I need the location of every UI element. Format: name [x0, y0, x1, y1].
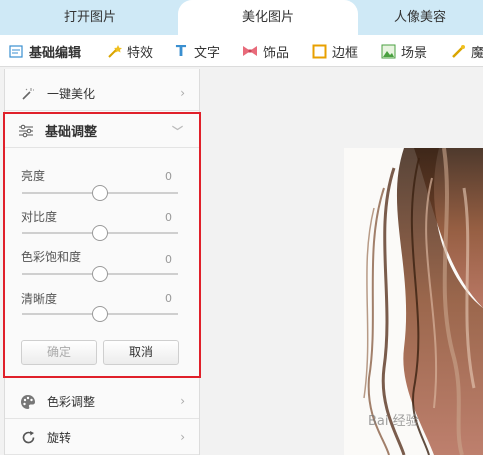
tool-border[interactable]: 边框 [311, 35, 358, 67]
rotate-label: 旋转 [47, 431, 72, 445]
hair-image [344, 148, 483, 455]
one-click-beautify-label: 一键美化 [47, 87, 96, 101]
photo-preview[interactable] [344, 148, 483, 455]
scene-icon [380, 43, 396, 59]
tool-label: 场景 [401, 45, 428, 61]
tool-label: 文字 [194, 45, 221, 61]
chevron-right-icon: › [180, 86, 185, 100]
tab-portrait-beauty[interactable]: 人像美容 [350, 0, 483, 35]
rotate-icon [19, 429, 37, 447]
tool-effects[interactable]: 特效 [106, 35, 153, 67]
magic-icon [450, 43, 466, 59]
magic-wand-icon [19, 85, 37, 103]
frame-icon [311, 43, 327, 59]
tool-label: 边框 [332, 45, 359, 61]
tab-label: 美化图片 [241, 10, 294, 25]
tab-open-image[interactable]: 打开图片 [0, 0, 190, 35]
tab-label: 人像美容 [393, 10, 446, 25]
tool-label: 特效 [127, 45, 154, 61]
tool-label: 魔 [471, 45, 483, 61]
tool-accessories[interactable]: 饰品 [242, 35, 289, 67]
tool-label: 饰品 [263, 45, 290, 61]
tool-magic[interactable]: 魔 [450, 35, 483, 67]
toolbar: 基础编辑 特效 T 文字 饰品 边框 场景 魔 [0, 35, 483, 67]
chevron-right-icon: › [180, 430, 185, 444]
wand-icon [106, 43, 122, 59]
top-tabs: 打开图片 人像美容 美化图片 [0, 0, 483, 35]
watermark: Bai 经验 [368, 414, 419, 429]
color-adjust-row[interactable]: 色彩调整 › [5, 385, 199, 419]
color-adjust-label: 色彩调整 [47, 395, 96, 409]
tool-text[interactable]: T 文字 [173, 35, 220, 67]
edit-icon [8, 43, 24, 59]
chevron-right-icon: › [180, 394, 185, 408]
tool-label: 基础编辑 [29, 45, 82, 61]
bow-icon [242, 43, 258, 59]
highlight-box [3, 112, 201, 378]
palette-icon [19, 393, 37, 411]
tool-scene[interactable]: 场景 [380, 35, 427, 67]
one-click-beautify-row[interactable]: 一键美化 › [5, 77, 199, 111]
rotate-row[interactable]: 旋转 › [5, 421, 199, 455]
tool-basic-edit[interactable]: 基础编辑 [8, 35, 81, 67]
text-icon: T [175, 42, 187, 60]
tab-label: 打开图片 [63, 10, 116, 25]
tab-beautify-image[interactable]: 美化图片 [178, 0, 358, 35]
